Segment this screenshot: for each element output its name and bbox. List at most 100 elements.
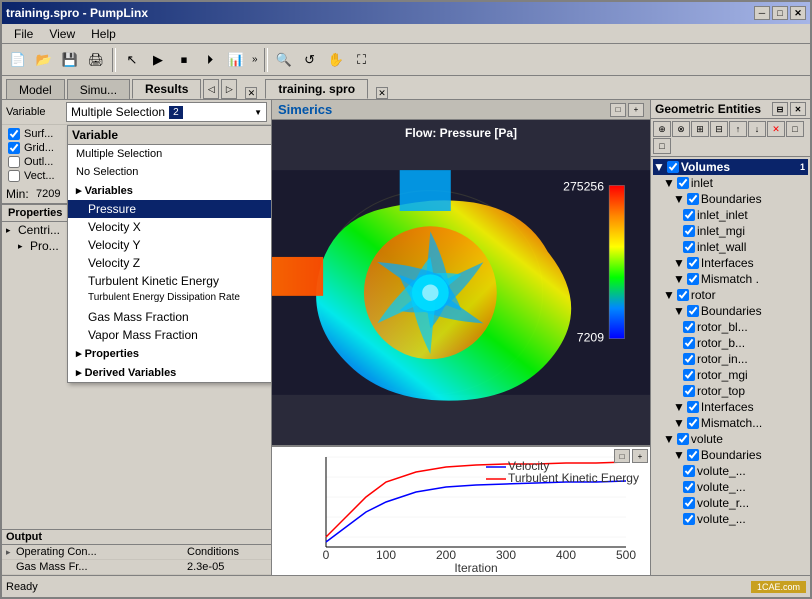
geo-tree-volute-boundaries[interactable]: ▼ Boundaries (653, 447, 808, 463)
geo-btn-4[interactable]: ⊟ (710, 121, 728, 137)
geo-btn-6[interactable]: ↓ (748, 121, 766, 137)
file-tab-close-button[interactable]: ✕ (376, 87, 388, 99)
volute-1-checkbox[interactable] (683, 465, 695, 477)
dd-gmf[interactable]: Gas Mass Fraction [-] Cavitation (68, 308, 272, 326)
inlet-checkbox[interactable] (677, 177, 689, 189)
chart-button[interactable]: 📊 (224, 48, 248, 72)
dd-derived-section[interactable]: ▸ Derived Variables (68, 363, 272, 382)
geo-btn-2[interactable]: ⊗ (672, 121, 690, 137)
geo-tree-rotor-in[interactable]: rotor_in... (653, 351, 808, 367)
save-button[interactable]: 💾 (58, 48, 82, 72)
outline-checkbox[interactable] (8, 156, 20, 168)
volute-2-checkbox[interactable] (683, 481, 695, 493)
volumes-checkbox[interactable] (667, 161, 679, 173)
geo-tree-rotor-interfaces[interactable]: ▼ Interfaces (653, 399, 808, 415)
rotor-in-checkbox[interactable] (683, 353, 695, 365)
rotor-b-checkbox[interactable] (683, 337, 695, 349)
maximize-button[interactable]: □ (772, 6, 788, 20)
rotate-button[interactable]: ↺ (298, 48, 322, 72)
geo-tree-volute-2[interactable]: volute_... (653, 479, 808, 495)
new-button[interactable]: 📄 (6, 48, 30, 72)
tab-close-button[interactable]: ✕ (245, 87, 257, 99)
tab-results[interactable]: Results (132, 79, 201, 99)
play-button[interactable]: ⏵ (198, 48, 222, 72)
volute-checkbox[interactable] (677, 433, 689, 445)
viewer-max-button[interactable]: + (628, 103, 644, 117)
graph-restore-button[interactable]: □ (614, 449, 630, 463)
geo-tree-volute-4[interactable]: volute_... (653, 511, 808, 527)
dd-properties-section[interactable]: ▸ Properties (68, 344, 272, 363)
tab-next-button[interactable]: ▷ (221, 79, 237, 99)
inlet-mgi-checkbox[interactable] (683, 225, 695, 237)
tab-simulate[interactable]: Simu... (67, 79, 130, 99)
geo-tree-inlet-interfaces[interactable]: ▼ Interfaces (653, 255, 808, 271)
dd-velocity-y[interactable]: Velocity Y [m/s] Flow (68, 236, 272, 254)
geo-close-button[interactable]: ✕ (790, 102, 806, 116)
geo-tree-rotor-mismatch[interactable]: ▼ Mismatch... (653, 415, 808, 431)
menu-help[interactable]: Help (83, 25, 124, 43)
volute-boundaries-checkbox[interactable] (687, 449, 699, 461)
rotor-mgi-checkbox[interactable] (683, 369, 695, 381)
close-button[interactable]: ✕ (790, 6, 806, 20)
geo-tree-inlet-mgi[interactable]: inlet_mgi (653, 223, 808, 239)
dd-variables-section[interactable]: ▸ Variables (68, 181, 272, 200)
print-button[interactable]: 🖨 (84, 48, 108, 72)
geo-tree-inlet[interactable]: ▼ inlet (653, 175, 808, 191)
volute-4-checkbox[interactable] (683, 513, 695, 525)
geo-tree-rotor-b[interactable]: rotor_b... (653, 335, 808, 351)
rotor-top-checkbox[interactable] (683, 385, 695, 397)
tab-file[interactable]: training. spro (265, 79, 368, 99)
geo-tree-rotor-top[interactable]: rotor_top (653, 383, 808, 399)
stop-button[interactable]: ⏹ (172, 48, 196, 72)
geo-btn-8[interactable]: □ (786, 121, 804, 137)
dd-tke[interactable]: Turbulent Kinetic Energy [m²/s²] Turbule… (68, 272, 272, 290)
minimize-button[interactable]: ─ (754, 6, 770, 20)
geo-tree-inlet-inlet[interactable]: inlet_inlet (653, 207, 808, 223)
geo-btn-9[interactable]: □ (653, 138, 671, 154)
surface-checkbox[interactable] (8, 128, 20, 140)
dd-velocity-z[interactable]: Velocity Z [m/s] Flow (68, 254, 272, 272)
rotor-bl-checkbox[interactable] (683, 321, 695, 333)
viewer-restore-button[interactable]: □ (610, 103, 626, 117)
rotor-interfaces-checkbox[interactable] (687, 401, 699, 413)
geo-tree-rotor-mgi[interactable]: rotor_mgi (653, 367, 808, 383)
geo-tree-inlet-mismatch[interactable]: ▼ Mismatch . (653, 271, 808, 287)
tab-prev-button[interactable]: ◁ (203, 79, 219, 99)
tab-model[interactable]: Model (6, 79, 65, 99)
inlet-interfaces-checkbox[interactable] (687, 257, 699, 269)
rotor-checkbox[interactable] (677, 289, 689, 301)
open-button[interactable]: 📂 (32, 48, 56, 72)
geo-tree-inlet-wall[interactable]: inlet_wall (653, 239, 808, 255)
geo-btn-3[interactable]: ⊞ (691, 121, 709, 137)
geo-tree-rotor[interactable]: ▼ rotor (653, 287, 808, 303)
grid-checkbox[interactable] (8, 142, 20, 154)
run-button[interactable]: ▶ (146, 48, 170, 72)
dd-no-selection[interactable]: No Selection (68, 163, 272, 181)
dd-velocity-x[interactable]: Velocity X [m/s] Flow (68, 218, 272, 236)
rotor-mismatch-checkbox[interactable] (687, 417, 699, 429)
menu-view[interactable]: View (41, 25, 83, 43)
geo-tree-volute-1[interactable]: volute_... (653, 463, 808, 479)
dd-pressure[interactable]: Pressure [Pa] Flow (68, 200, 272, 218)
fit-button[interactable]: ⛶ (350, 48, 374, 72)
geo-dock-button[interactable]: ⊟ (772, 102, 788, 116)
vector-checkbox[interactable] (8, 170, 20, 182)
geo-btn-5[interactable]: ↑ (729, 121, 747, 137)
geo-tree-volute[interactable]: ▼ volute (653, 431, 808, 447)
geo-tree-rotor-boundaries[interactable]: ▼ Boundaries (653, 303, 808, 319)
geo-tree-inlet-boundaries[interactable]: ▼ Boundaries (653, 191, 808, 207)
pan-button[interactable]: ✋ (324, 48, 348, 72)
inlet-mismatch-checkbox[interactable] (687, 273, 699, 285)
geo-btn-1[interactable]: ⊕ (653, 121, 671, 137)
dd-multiple-selection[interactable]: Multiple Selection (68, 145, 272, 163)
cursor-button[interactable]: ↖ (120, 48, 144, 72)
geo-tree-volute-3[interactable]: volute_r... (653, 495, 808, 511)
volute-3-checkbox[interactable] (683, 497, 695, 509)
geo-tree-volumes[interactable]: ▼ Volumes 1 (653, 159, 808, 175)
zoom-in-button[interactable]: 🔍 (272, 48, 296, 72)
dd-tedr[interactable]: Turbulent Energy Dissipation Rate [m²/s³… (68, 290, 272, 308)
inlet-inlet-checkbox[interactable] (683, 209, 695, 221)
menu-file[interactable]: File (6, 25, 41, 43)
dd-vmf[interactable]: Vapor Mass Fraction [-] Cavitation (68, 326, 272, 344)
variable-dropdown[interactable]: Multiple Selection 2 ▼ Variable Unit Mod… (66, 102, 267, 122)
